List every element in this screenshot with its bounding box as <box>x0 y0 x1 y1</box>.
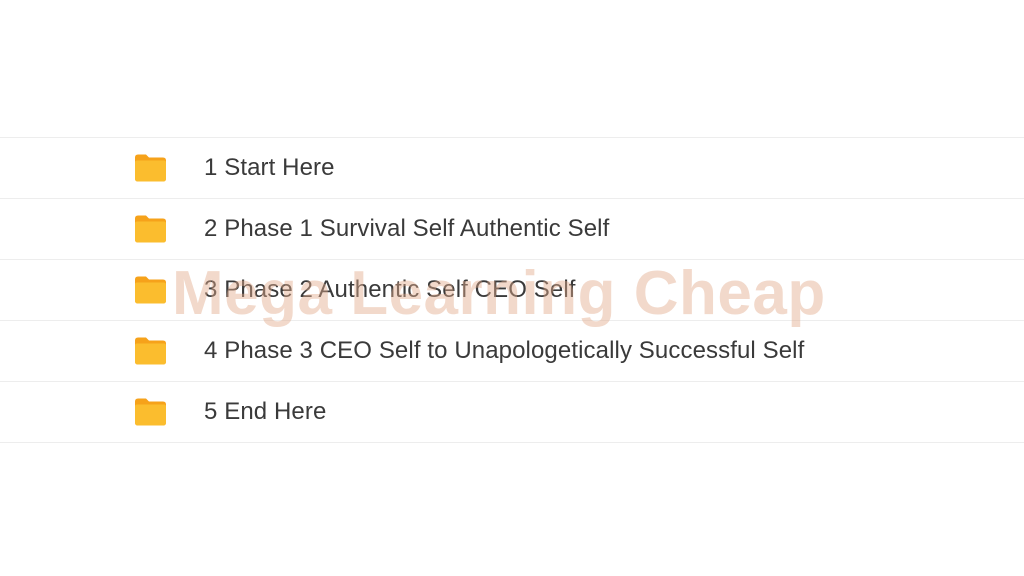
file-browser-page: 1 Start Here 2 Phase 1 Survival Self Aut… <box>0 0 1024 576</box>
folder-icon <box>133 337 168 366</box>
folder-icon <box>133 215 168 244</box>
folder-label: 1 Start Here <box>204 154 335 181</box>
folder-label: 4 Phase 3 CEO Self to Unapologetically S… <box>204 337 805 364</box>
folder-icon <box>133 398 168 427</box>
folder-row-phase-3[interactable]: 4 Phase 3 CEO Self to Unapologetically S… <box>0 321 1024 382</box>
folder-icon <box>133 276 168 305</box>
folder-row-phase-2[interactable]: 3 Phase 2 Authentic Self CEO Self <box>0 260 1024 321</box>
folder-label: 3 Phase 2 Authentic Self CEO Self <box>204 276 576 303</box>
folder-row-end-here[interactable]: 5 End Here <box>0 382 1024 443</box>
folder-list: 1 Start Here 2 Phase 1 Survival Self Aut… <box>0 137 1024 443</box>
folder-row-start-here[interactable]: 1 Start Here <box>0 138 1024 199</box>
folder-icon <box>133 154 168 183</box>
folder-row-phase-1[interactable]: 2 Phase 1 Survival Self Authentic Self <box>0 199 1024 260</box>
folder-label: 2 Phase 1 Survival Self Authentic Self <box>204 215 610 242</box>
folder-label: 5 End Here <box>204 398 327 425</box>
